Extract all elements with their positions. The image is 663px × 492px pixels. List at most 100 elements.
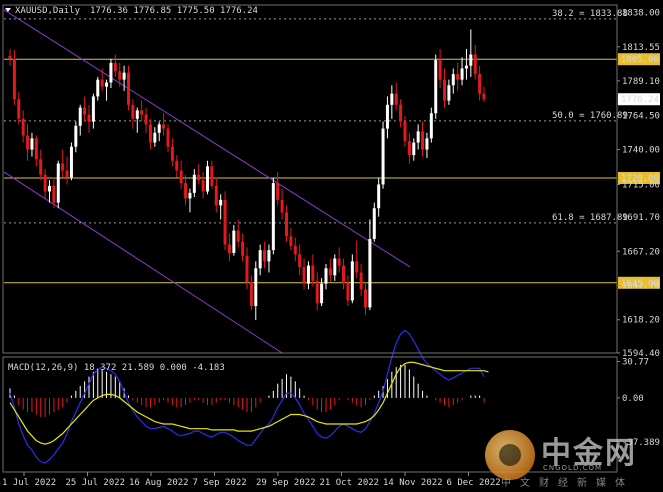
price-tick-label: 1715.00 [622, 180, 660, 190]
candle-body [425, 138, 429, 150]
candle-body [271, 183, 275, 251]
fib-label-0: 38.2 = 1833.88 [552, 9, 628, 19]
date-label: 21 Oct 2022 [320, 478, 380, 488]
candle-body [162, 124, 166, 129]
price-tick-label: 1789.10 [622, 77, 660, 87]
candle-body [324, 268, 328, 284]
candle-body [328, 268, 332, 276]
candle-body [464, 65, 468, 69]
candle-body [48, 185, 51, 192]
candle-body [210, 166, 214, 186]
candle-body [214, 185, 218, 206]
date-label: 29 Sep 2022 [256, 478, 316, 488]
candle-body [478, 74, 482, 94]
price-chart: 38.2 = 1833.881805.0050.0 = 1760.891720.… [0, 0, 663, 492]
candle-body [359, 272, 363, 290]
candle-body [249, 282, 253, 307]
candle-body [197, 174, 201, 181]
candle-body [43, 174, 47, 192]
current-price-label: 1776.24 [621, 95, 659, 105]
price-tick-label: 1642.70 [622, 282, 660, 292]
candle-body [87, 114, 91, 122]
candle-body [381, 128, 385, 185]
candle-body [166, 128, 170, 147]
candle-body [399, 104, 403, 122]
fib-label-2: 50.0 = 1760.89 [552, 111, 628, 121]
candle-body [241, 241, 245, 256]
candle-body [289, 236, 293, 246]
candle-body [469, 54, 473, 66]
candle-body [21, 118, 25, 136]
fib-label-4: 61.8 = 1687.89 [552, 213, 628, 223]
candle-body [109, 62, 113, 83]
candle-body [69, 146, 73, 178]
date-label: 25 Jul 2022 [66, 478, 126, 488]
candle-body [153, 132, 157, 143]
candle-body [39, 159, 43, 175]
candle-body [236, 230, 240, 242]
candle-body [118, 71, 122, 80]
watermark-subtitle: 中文财经新媒体 [501, 478, 634, 489]
candle-body [148, 124, 152, 143]
candle-body [144, 114, 148, 125]
candle-body [65, 170, 69, 178]
candle-body [434, 60, 438, 114]
candle-body [473, 54, 477, 75]
candle-body [390, 93, 394, 105]
candle-body [113, 62, 117, 72]
candle-body [350, 261, 354, 301]
candle-body [346, 283, 350, 301]
candle-body [140, 110, 144, 115]
candle-body [96, 79, 100, 97]
date-label: 16 Aug 2022 [129, 478, 189, 488]
candle-body [232, 230, 236, 253]
ohlc-readout: 1776.36 1776.85 1775.50 1776.24 [90, 6, 258, 16]
candle-body [26, 135, 30, 150]
candle-body [12, 58, 16, 100]
candle-body [337, 258, 341, 266]
candle-body [223, 199, 227, 245]
date-label: 1 Jul 2022 [2, 478, 56, 488]
candle-body [276, 183, 280, 200]
price-tick-label: 1838.00 [622, 9, 660, 19]
price-tick-label: 1691.70 [622, 213, 660, 223]
level-label-1: 1805.00 [621, 55, 659, 65]
candle-body [219, 199, 223, 206]
candle-body [175, 160, 179, 171]
candle-body [263, 250, 267, 262]
candle-body [83, 107, 87, 115]
candle-body [311, 265, 315, 281]
candle-body [170, 146, 174, 161]
cngold-watermark: 中金网 CNGOLD.COM 中文财经新媒体 [485, 426, 655, 489]
candle-body [78, 107, 82, 126]
candle-body [451, 74, 455, 86]
candle-body [227, 244, 231, 253]
candle-body [17, 99, 21, 119]
candle-body [184, 183, 188, 199]
candle-body [320, 283, 324, 304]
candle-body [245, 255, 249, 283]
price-tick-label: 1667.20 [622, 247, 660, 257]
candle-body [403, 121, 407, 142]
candle-body [315, 280, 319, 304]
candle-body [429, 113, 433, 139]
watermark-url: CNGOLD.COM [543, 464, 603, 472]
candle-body [179, 170, 183, 184]
candle-body [105, 82, 109, 87]
candle-body [127, 72, 130, 105]
price-tick-label: 1813.55 [622, 43, 660, 53]
candle-body [258, 250, 262, 269]
candle-body [342, 265, 346, 284]
macd-label: MACD(12,26,9) 18.372 21.589 0.000 -4.183 [8, 363, 225, 373]
candle-body [30, 138, 34, 150]
candle-body [267, 250, 271, 262]
candle-body [8, 55, 12, 59]
candle-body [157, 124, 161, 133]
candle-body [368, 238, 372, 308]
candle-body [421, 131, 425, 150]
candle-body [364, 289, 367, 308]
candle-body [302, 266, 306, 284]
candle-body [122, 72, 126, 80]
macd-tick-label: 30.77 [622, 357, 649, 367]
candle-body [385, 104, 389, 129]
